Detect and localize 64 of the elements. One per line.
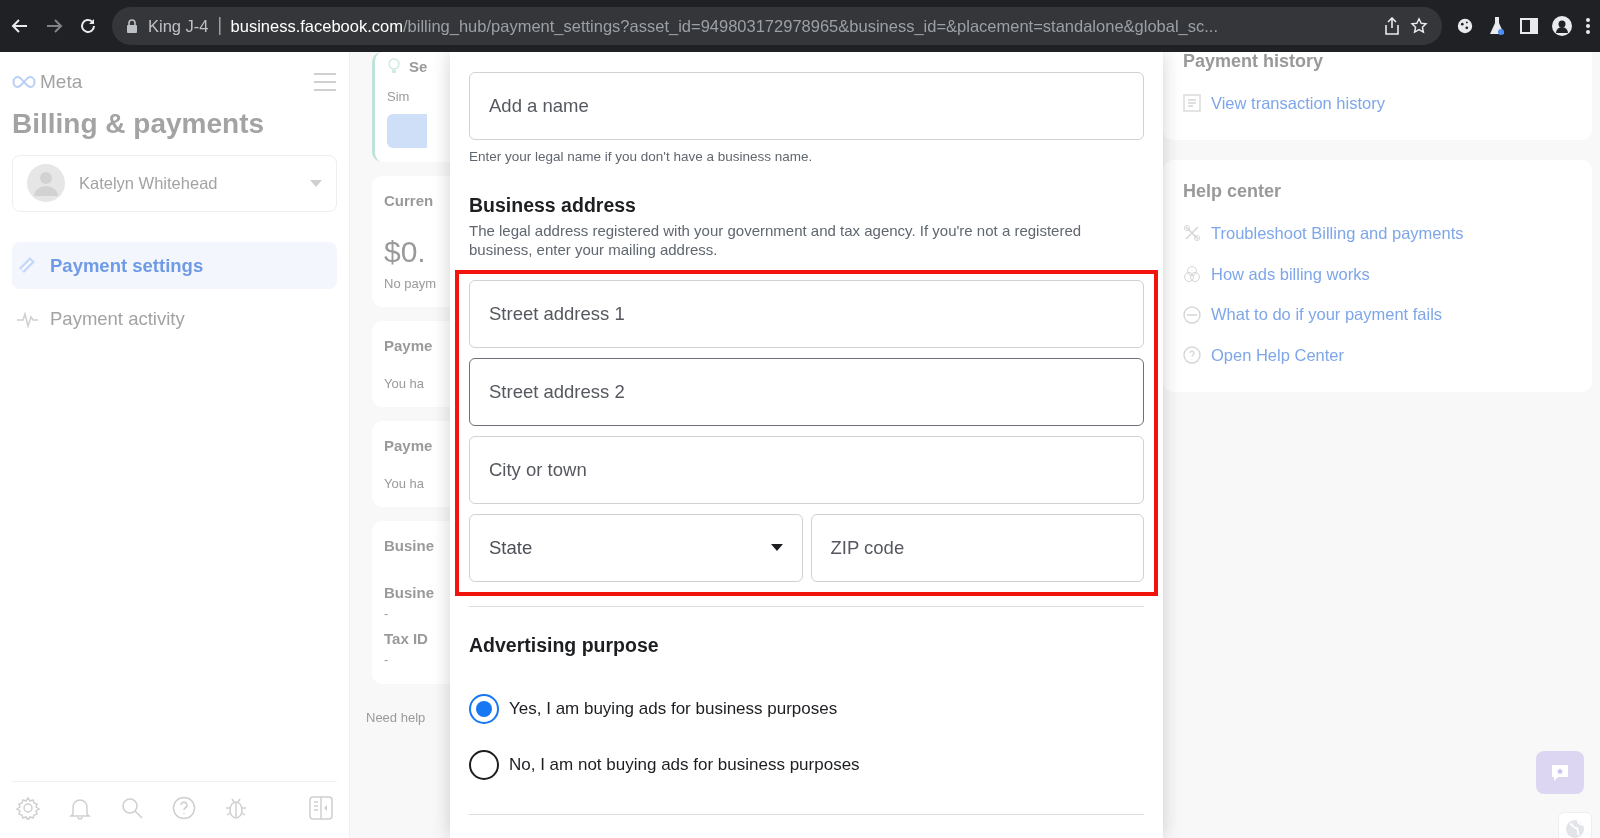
- help-text: Need help: [366, 708, 427, 727]
- card-text: No paym: [384, 274, 438, 293]
- star-icon[interactable]: [1410, 17, 1428, 35]
- balance-amount: $0.: [384, 233, 427, 270]
- circles-icon: [1183, 264, 1201, 283]
- section-heading: Advertising purpose: [469, 632, 660, 658]
- field-label: Tax ID: [384, 628, 429, 649]
- card-text: You ha: [384, 374, 425, 393]
- card-text: You ha: [384, 474, 425, 493]
- field-value: -: [384, 605, 390, 623]
- flask-icon[interactable]: [1488, 16, 1506, 36]
- sidebar-icon[interactable]: [1520, 17, 1538, 35]
- lock-icon: [126, 18, 138, 34]
- help-link[interactable]: How ads billing works: [1183, 253, 1572, 295]
- card-title: Payment history: [1183, 52, 1325, 73]
- address-bar[interactable]: King J-4 business.facebook.com/billing_hub/payment_settings?asset_id=949803172978965&business_id=&placement=standalone&global_sc...: [112, 7, 1442, 45]
- help-link[interactable]: What to do if your payment fails: [1183, 294, 1572, 335]
- page-title: Billing & payments: [12, 106, 266, 141]
- receipt-icon: [1183, 94, 1201, 113]
- account-selector[interactable]: Katelyn Whitehead: [12, 154, 337, 212]
- card-title: Payme: [384, 336, 434, 356]
- field-value: -: [384, 651, 390, 669]
- help-link[interactable]: Troubleshoot Billing and payments: [1183, 212, 1572, 254]
- section-description: The legal address registered with your government and tax agency. If you're not a registered business, enter your mailing address.: [469, 220, 1083, 260]
- card-title: Busine: [384, 536, 435, 556]
- option-label: No, I am not buying ads for business purposes: [509, 754, 860, 776]
- section-heading: Business address: [469, 193, 637, 219]
- caret-icon: [310, 179, 322, 187]
- chat-bubble-icon: [1550, 762, 1570, 783]
- nav-item[interactable]: Payment settings: [12, 241, 337, 290]
- profile-icon[interactable]: [1552, 16, 1572, 36]
- infinity-logo-icon: [12, 75, 36, 90]
- caret-icon: [770, 544, 783, 551]
- transaction-history-link[interactable]: View transaction history: [1183, 83, 1572, 124]
- avatar-icon: [27, 164, 65, 202]
- help-icon: [1183, 346, 1201, 365]
- card-title: Curren: [384, 191, 435, 211]
- url-text: business.facebook.com/billing_hub/payment_settings?asset_id=949803172978965&business_id=&placement=standalone&global_sc...: [230, 15, 1219, 37]
- card-title: Payme: [384, 436, 434, 456]
- radio-button[interactable]: [469, 693, 499, 724]
- help-link[interactable]: Open Help Center: [1183, 335, 1572, 376]
- tools-icon: [1183, 224, 1201, 243]
- reload-icon[interactable]: [78, 16, 98, 36]
- brand-name: Meta: [40, 70, 83, 94]
- profile-label: King J-4: [148, 15, 209, 37]
- globe-icon: [1565, 819, 1585, 838]
- minus-circle-icon: [1183, 305, 1201, 324]
- option-label: Yes, I am buying ads for business purposes: [509, 698, 838, 720]
- field-label: Busine: [384, 582, 435, 603]
- more-icon[interactable]: [1586, 17, 1590, 35]
- name-field[interactable]: Add a name: [469, 72, 1144, 140]
- nav-item[interactable]: Payment activity: [12, 295, 337, 343]
- radio-button[interactable]: [469, 749, 499, 780]
- cookie-icon[interactable]: [1456, 17, 1474, 35]
- account-name: Katelyn Whitehead: [79, 172, 219, 194]
- card-text: Sim: [387, 87, 411, 106]
- helper-text: Enter your legal name if you don't have a business name.: [469, 148, 814, 166]
- share-icon[interactable]: [1384, 17, 1400, 35]
- card-title: Help center: [1183, 179, 1283, 203]
- address-field[interactable]: Street address 2: [469, 357, 1144, 426]
- panel-toggle-icon[interactable]: [309, 796, 333, 820]
- card-title: Se: [409, 57, 428, 77]
- state-dropdown[interactable]: State: [469, 513, 803, 582]
- separator-icon: [218, 17, 221, 35]
